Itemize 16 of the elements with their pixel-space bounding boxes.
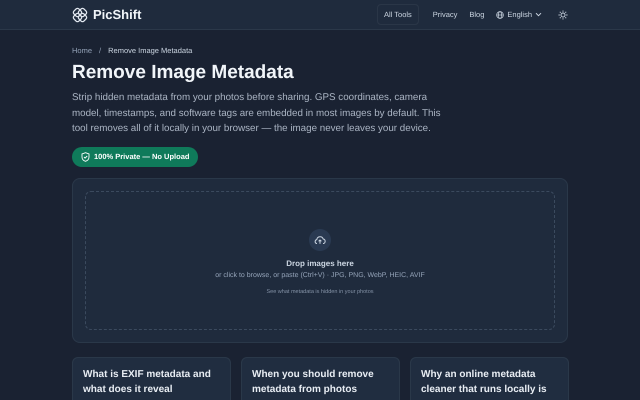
- info-card[interactable]: What is EXIF metadata and what does it reveal: [72, 356, 231, 400]
- info-card[interactable]: Why an online metadata cleaner that runs locally is: [410, 356, 569, 400]
- page-title: Remove Image Metadata: [72, 62, 295, 84]
- card-title: Why an online metadata cleaner that runs locally is: [421, 368, 548, 396]
- drop-title: Drop images here: [286, 259, 354, 268]
- card-title: When you should remove metadata from photos: [252, 368, 375, 396]
- page-description: Strip hidden metadata from your photos before sharing. GPS coordinates, camera model, timestamps, and software tags are embedded in most images by default. This tool removes all of it locally in your browser — the image never leaves your device.: [72, 91, 442, 136]
- card-title: What is EXIF metadata and what does it reveal: [83, 368, 212, 396]
- info-card[interactable]: When you should remove metadata from photos: [241, 356, 400, 400]
- shield-check-icon: [81, 152, 90, 162]
- caret-icon: [535, 12, 542, 17]
- theme-toggle-sun-icon[interactable]: [558, 10, 568, 20]
- logo-icon: [72, 6, 88, 22]
- upload-cloud-icon: [309, 229, 331, 251]
- globe-icon: [496, 10, 504, 18]
- brand-name[interactable]: PicShift: [93, 7, 142, 22]
